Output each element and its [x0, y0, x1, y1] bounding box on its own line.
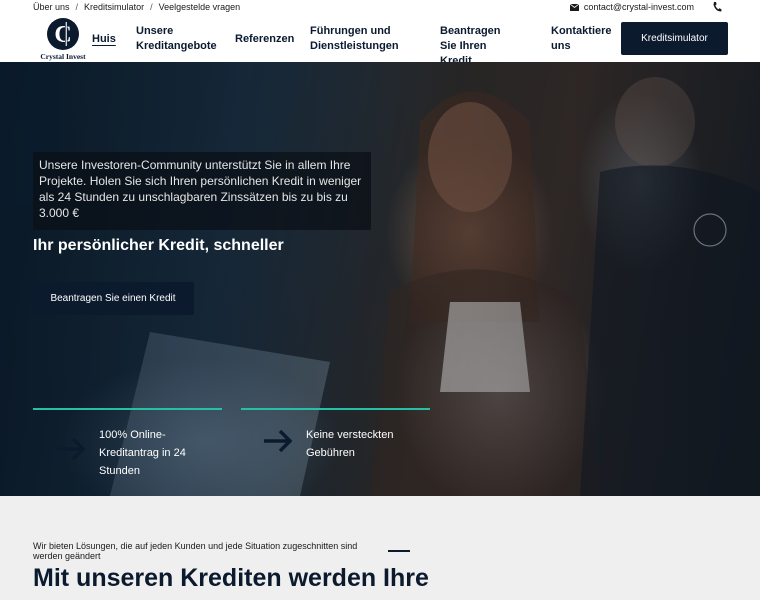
offers-section: Wir bieten Lösungen, die auf jeden Kunde… — [0, 496, 760, 600]
phone-icon[interactable] — [712, 1, 722, 13]
link-faq[interactable]: Veelgestelde vragen — [159, 2, 241, 12]
utility-links: Über uns / Kreditsimulator / Veelgesteld… — [33, 2, 240, 12]
nav-services[interactable]: Führungen und Dienstleistungen — [310, 24, 410, 54]
feature-text: 100% Online-Kreditantrag in 24 Stunden — [99, 429, 186, 477]
main-navigation: C Crystal Invest Huis Unsere Kreditangeb… — [0, 16, 760, 67]
link-simulator[interactable]: Kreditsimulator — [84, 2, 144, 12]
kreditsimulator-button[interactable]: Kreditsimulator — [621, 22, 728, 55]
hero-title: Ihr persönlicher Kredit, schneller — [33, 237, 284, 254]
arrow-right-icon — [57, 437, 86, 461]
svg-text:C: C — [54, 22, 71, 48]
logo-mark-icon: C — [47, 18, 79, 50]
feature-no-fees: Keine versteckten Gebühren — [262, 426, 412, 462]
feature-divider — [241, 408, 430, 410]
hero-section: Unsere Investoren-Community unterstützt … — [0, 62, 760, 496]
feature-online-application: 100% Online-Kreditantrag in 24 Stunden — [55, 426, 205, 480]
section-rule — [388, 550, 410, 552]
separator: / — [75, 2, 79, 12]
brand-name: Crystal Invest — [40, 52, 86, 61]
top-utility-bar: Über uns / Kreditsimulator / Veelgesteld… — [0, 0, 760, 16]
nav-loan-offers[interactable]: Unsere Kreditangebote — [136, 24, 217, 54]
nav-contact[interactable]: Kontaktiere uns — [551, 24, 612, 54]
email-text: contact@crystal-invest.com — [583, 2, 694, 12]
nav-references[interactable]: Referenzen — [235, 32, 294, 47]
feature-divider — [33, 408, 222, 410]
nav-home[interactable]: Huis — [92, 32, 116, 47]
apply-loan-button[interactable]: Beantragen Sie einen Kredit — [32, 282, 194, 315]
arrow-right-icon — [264, 429, 293, 453]
mail-icon — [569, 3, 579, 11]
separator: / — [150, 2, 153, 12]
brand-logo[interactable]: C Crystal Invest — [33, 16, 93, 62]
contact-email[interactable]: contact@crystal-invest.com — [569, 2, 694, 12]
section-title: Mit unseren Krediten werden Ihre — [33, 564, 429, 592]
hero-intro-text: Unsere Investoren-Community unterstützt … — [33, 152, 371, 230]
feature-text: Keine versteckten Gebühren — [306, 429, 394, 459]
link-about[interactable]: Über uns — [33, 2, 70, 12]
section-subtitle: Wir bieten Lösungen, die auf jeden Kunde… — [33, 541, 358, 561]
